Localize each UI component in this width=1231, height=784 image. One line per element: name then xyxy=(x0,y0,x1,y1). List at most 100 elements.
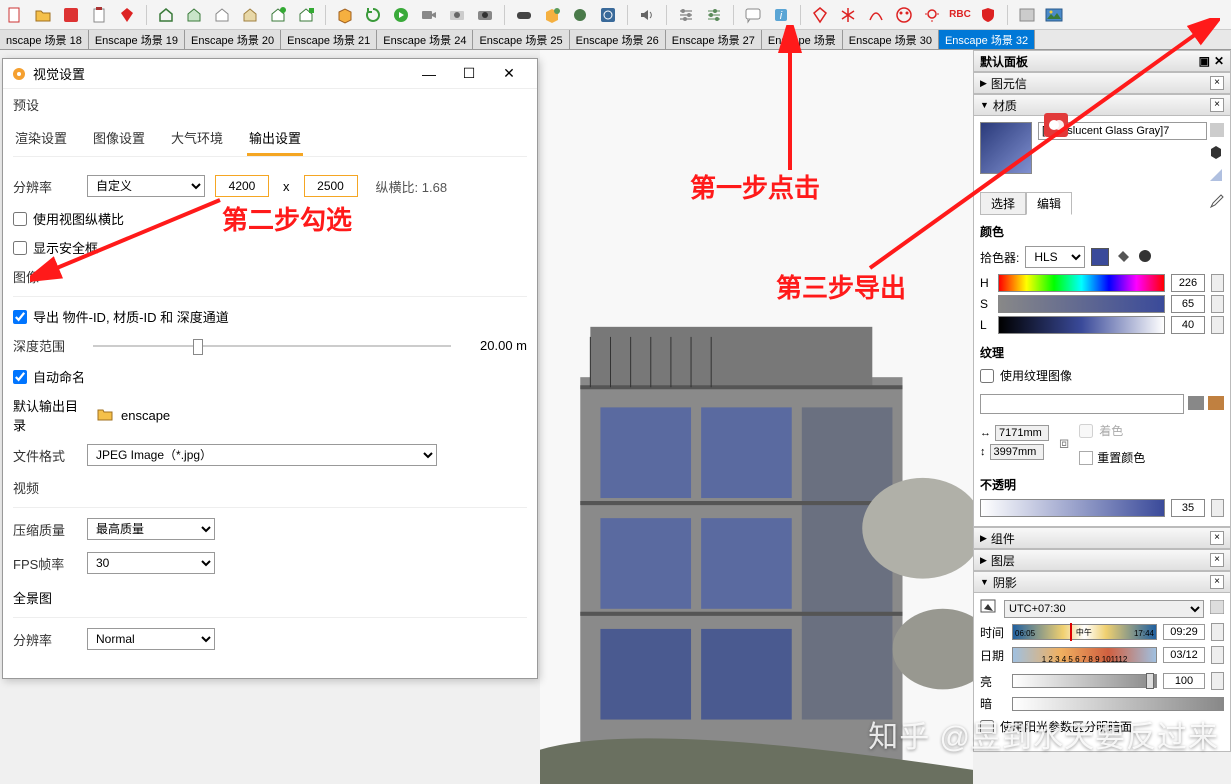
folder-icon[interactable] xyxy=(97,407,113,424)
tex-width[interactable] xyxy=(995,425,1049,441)
tab-atmosphere[interactable]: 大气环境 xyxy=(169,124,225,156)
scene-tab[interactable]: Enscape 场景 27 xyxy=(666,30,762,49)
sliders2-icon[interactable] xyxy=(703,4,725,26)
tb-brush[interactable] xyxy=(569,4,591,26)
link-icon[interactable]: ⧈ xyxy=(1059,435,1069,453)
scene-tab[interactable]: Enscape 场景 19 xyxy=(89,30,185,49)
reset-swatch[interactable] xyxy=(1079,451,1093,465)
minimize-button[interactable]: — xyxy=(409,60,449,88)
subtab-select[interactable]: 选择 xyxy=(980,192,1026,215)
pic-icon[interactable] xyxy=(1016,4,1038,26)
viewport-3d[interactable] xyxy=(540,50,973,784)
fps-select[interactable]: 30 xyxy=(87,552,215,574)
scene-tab[interactable]: Enscape 场景 21 xyxy=(281,30,377,49)
tex-height[interactable] xyxy=(990,444,1044,460)
subtab-edit[interactable]: 编辑 xyxy=(1026,192,1072,215)
scene-tab[interactable]: Enscape 场景 24 xyxy=(377,30,473,49)
eyedropper-icon[interactable] xyxy=(1208,192,1224,215)
bright-spin[interactable] xyxy=(1211,672,1224,690)
height-input[interactable] xyxy=(304,175,358,197)
s-spin[interactable] xyxy=(1211,295,1224,313)
tb-save[interactable] xyxy=(60,4,82,26)
component-header[interactable]: ▶组件× xyxy=(973,527,1231,549)
tab-image[interactable]: 图像设置 xyxy=(91,124,147,156)
texture-path-input[interactable] xyxy=(980,394,1184,414)
scene-tab[interactable]: nscape 场景 18 xyxy=(0,30,89,49)
default-panel-header[interactable]: 默认面板 ▣✕ xyxy=(973,50,1231,72)
bright-slider[interactable] xyxy=(1012,674,1157,688)
bulb-icon[interactable] xyxy=(921,4,943,26)
l-input[interactable] xyxy=(1171,316,1205,334)
time-spin[interactable] xyxy=(1211,623,1224,641)
h-input[interactable] xyxy=(1171,274,1205,292)
dark-slider[interactable] xyxy=(1012,697,1224,711)
h-spin[interactable] xyxy=(1211,274,1224,292)
l-spin[interactable] xyxy=(1211,316,1224,334)
scene-tab-active[interactable]: Enscape 场景 32 xyxy=(939,30,1035,49)
tb-refresh[interactable] xyxy=(362,4,384,26)
l-slider[interactable] xyxy=(998,316,1165,334)
scene-tab[interactable]: Enscape 场景 25 xyxy=(473,30,569,49)
speaker-icon[interactable] xyxy=(636,4,658,26)
tab-render[interactable]: 渲染设置 xyxy=(13,124,69,156)
depth-slider[interactable] xyxy=(93,345,451,347)
chat-icon[interactable] xyxy=(742,4,764,26)
export-ids-checkbox[interactable] xyxy=(13,310,27,324)
snow-icon[interactable] xyxy=(837,4,859,26)
scene-tab[interactable]: Enscape 场景 xyxy=(762,30,843,49)
notification-badge[interactable] xyxy=(1044,113,1068,137)
layer-header[interactable]: ▶图层× xyxy=(973,549,1231,571)
mat-lib-icon[interactable] xyxy=(1210,123,1224,140)
tb-cloud[interactable] xyxy=(541,4,563,26)
mat-tri-icon[interactable] xyxy=(1208,167,1224,186)
shadow-header[interactable]: ▼阴影× xyxy=(973,571,1231,593)
date-input[interactable] xyxy=(1163,647,1205,663)
rbc-icon[interactable]: RBC xyxy=(949,4,971,26)
tb-clip[interactable] xyxy=(88,4,110,26)
dialog-titlebar[interactable]: 视觉设置 — ☐ ✕ xyxy=(3,59,537,89)
paint-bucket-icon[interactable] xyxy=(1115,248,1131,267)
tb-h1[interactable] xyxy=(155,4,177,26)
compress-select[interactable]: 最高质量 xyxy=(87,518,215,540)
auto-name-checkbox[interactable] xyxy=(13,370,27,384)
tb-video[interactable] xyxy=(418,4,440,26)
settings-icon[interactable] xyxy=(597,4,619,26)
globe-icon[interactable] xyxy=(1137,248,1153,267)
tb-open[interactable] xyxy=(32,4,54,26)
s-slider[interactable] xyxy=(998,295,1165,313)
shadow-toggle-icon[interactable] xyxy=(980,599,998,618)
browse-tex-icon[interactable] xyxy=(1188,396,1204,413)
scene-tab[interactable]: Enscape 场景 20 xyxy=(185,30,281,49)
tb-h2[interactable] xyxy=(183,4,205,26)
opacity-spin[interactable] xyxy=(1211,499,1224,517)
use-viewport-aspect-checkbox[interactable] xyxy=(13,212,27,226)
edit-tex-icon[interactable] xyxy=(1208,396,1224,413)
timezone-select[interactable]: UTC+07:30 xyxy=(1004,600,1204,618)
sliders1-icon[interactable] xyxy=(675,4,697,26)
time-input[interactable] xyxy=(1163,624,1205,640)
scene-tab[interactable]: Enscape 场景 26 xyxy=(570,30,666,49)
pano-res-select[interactable]: Normal xyxy=(87,628,215,650)
tb-h3[interactable] xyxy=(211,4,233,26)
time-slider[interactable]: 06:05 中午 17:44 xyxy=(1012,624,1157,640)
palette-icon[interactable] xyxy=(893,4,915,26)
tb-cam1[interactable] xyxy=(446,4,468,26)
date-spin[interactable] xyxy=(1211,646,1224,664)
tab-output[interactable]: 输出设置 xyxy=(247,124,303,156)
mat-cube-icon[interactable] xyxy=(1208,144,1224,163)
info-icon[interactable]: i xyxy=(770,4,792,26)
gem-red-icon[interactable] xyxy=(809,4,831,26)
resolution-mode-select[interactable]: 自定义 xyxy=(87,175,205,197)
tb-play[interactable] xyxy=(390,4,412,26)
color-preview[interactable] xyxy=(1091,248,1109,266)
use-texture-checkbox[interactable] xyxy=(980,369,994,383)
tb-h6[interactable] xyxy=(295,4,317,26)
tb-vr[interactable] xyxy=(513,4,535,26)
scene-tab[interactable]: Enscape 场景 30 xyxy=(843,30,939,49)
show-safe-frame-checkbox[interactable] xyxy=(13,241,27,255)
tb-h4[interactable] xyxy=(239,4,261,26)
tb-box[interactable] xyxy=(334,4,356,26)
bright-input[interactable] xyxy=(1163,673,1205,689)
material-swatch[interactable] xyxy=(980,122,1032,174)
shadow-menu-icon[interactable] xyxy=(1210,600,1224,617)
